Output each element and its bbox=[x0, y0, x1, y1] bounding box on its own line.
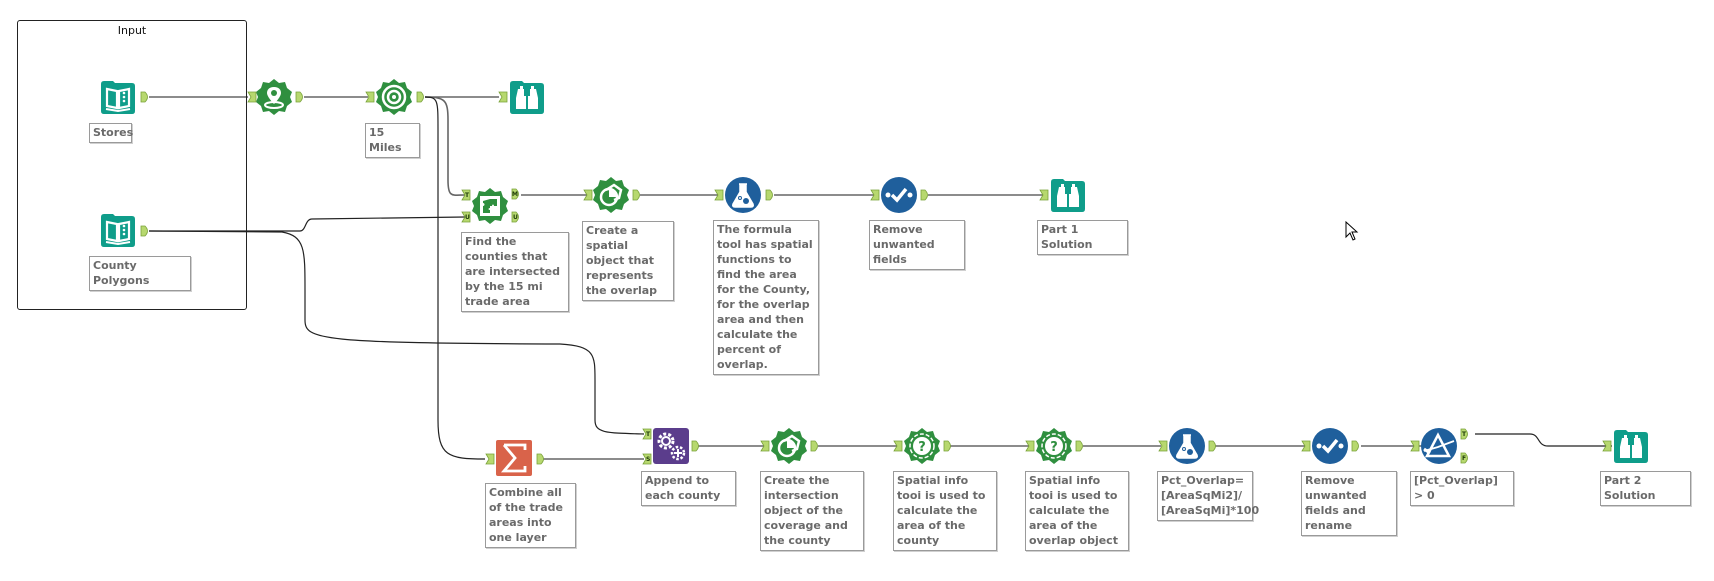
book-icon bbox=[101, 214, 135, 247]
binoculars-icon bbox=[1614, 430, 1648, 463]
sigma-icon bbox=[496, 440, 532, 476]
tool-annotation: Stores bbox=[89, 123, 133, 143]
check-icon bbox=[881, 177, 917, 213]
gears-icon bbox=[653, 428, 689, 464]
tool-annotation: County Polygons bbox=[89, 256, 191, 291]
browse-tool-part2[interactable] bbox=[1612, 427, 1650, 465]
tool-annotation: Create a spatial object that represents … bbox=[582, 221, 674, 301]
overlap-icon bbox=[771, 428, 807, 464]
target-icon bbox=[376, 79, 412, 115]
input-data-tool-stores[interactable] bbox=[99, 78, 137, 116]
tool-annotation: Spatial info tooi is used to calculate t… bbox=[1025, 471, 1129, 551]
spatial-process-tool-2[interactable] bbox=[770, 427, 808, 465]
svg-text:?: ? bbox=[918, 440, 926, 455]
connector bbox=[1475, 433, 1612, 447]
trade-area-tool[interactable] bbox=[375, 78, 413, 116]
formula-tool-2[interactable] bbox=[1168, 427, 1206, 465]
filter-prism-icon bbox=[1421, 428, 1457, 464]
tool-annotation: Part 2 Solution bbox=[1600, 471, 1691, 506]
spatial-process-tool[interactable] bbox=[592, 176, 630, 214]
tool-annotation: [Pct_Overlap] > 0 bbox=[1410, 471, 1514, 506]
flask-icon bbox=[1169, 428, 1205, 464]
mouse-cursor-icon bbox=[1345, 221, 1359, 241]
workflow-canvas[interactable]: Input Stores County Polygons 15 Miles Fi… bbox=[0, 0, 1714, 581]
container-title: Input bbox=[117, 24, 147, 37]
overlap-icon bbox=[593, 177, 629, 213]
flask-icon bbox=[725, 177, 761, 213]
tool-annotation: Find the counties that are intersected b… bbox=[461, 232, 569, 312]
spatial-info-tool[interactable]: ? bbox=[903, 427, 941, 465]
tool-annotation: Append to each county bbox=[641, 471, 736, 506]
tool-annotation: The formula tool has spatial functions t… bbox=[713, 220, 819, 375]
input-data-tool-county-polygons[interactable] bbox=[99, 211, 137, 249]
tool-annotation: 15 Miles bbox=[365, 123, 420, 158]
append-fields-tool[interactable] bbox=[652, 427, 690, 465]
svg-text:?: ? bbox=[1050, 440, 1058, 455]
create-points-tool[interactable] bbox=[255, 78, 293, 116]
tool-annotation: Remove unwanted fields bbox=[869, 220, 965, 270]
browse-tool-part1[interactable] bbox=[1049, 176, 1087, 214]
select-tool[interactable] bbox=[880, 176, 918, 214]
binoculars-icon bbox=[1051, 179, 1085, 212]
spatial-match-tool[interactable] bbox=[471, 187, 509, 225]
tool-annotation: Pct_Overlap= [AreaSqMi2]/ [AreaSqMi]*100 bbox=[1157, 471, 1259, 521]
filter-tool[interactable] bbox=[1420, 427, 1458, 465]
summarize-tool[interactable] bbox=[495, 439, 533, 477]
spatial-info-tool-2[interactable]: ? bbox=[1035, 427, 1073, 465]
question-icon: ? bbox=[1036, 428, 1072, 464]
book-icon bbox=[101, 81, 135, 114]
puzzle-icon bbox=[472, 188, 508, 224]
tool-annotation: Create the intersection object of the co… bbox=[760, 471, 864, 551]
connector bbox=[424, 96, 466, 196]
check-icon bbox=[1312, 428, 1348, 464]
formula-tool[interactable] bbox=[724, 176, 762, 214]
tool-annotation: Spatial info tooi is used to calculate t… bbox=[893, 471, 997, 551]
binoculars-icon bbox=[510, 81, 544, 114]
map-pin-icon bbox=[256, 79, 292, 115]
browse-tool[interactable] bbox=[508, 78, 546, 116]
question-icon: ? bbox=[904, 428, 940, 464]
select-tool-2[interactable] bbox=[1311, 427, 1349, 465]
tool-annotation: Remove unwanted fields and rename bbox=[1301, 471, 1397, 536]
tool-annotation: Combine all of the trade areas into one … bbox=[485, 483, 576, 548]
tool-annotation: Part 1 Solution bbox=[1037, 220, 1128, 255]
